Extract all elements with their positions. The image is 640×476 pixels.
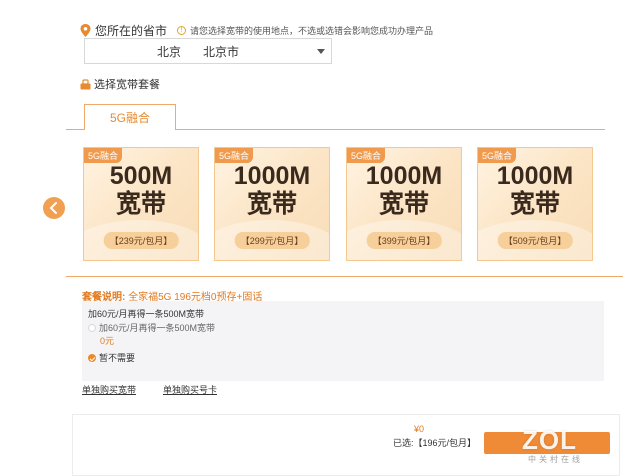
card-badge: 5G融合: [347, 148, 386, 163]
card-speed: 1000M: [496, 162, 574, 190]
radio-checked-icon[interactable]: [88, 353, 96, 362]
addon-title: 加60元/月再得一条500M宽带: [88, 309, 205, 319]
card-badge: 5G融合: [478, 148, 517, 163]
card-price: 【239元/包月】: [103, 232, 179, 249]
card-badge: 5G融合: [84, 148, 123, 163]
card-price: 【299元/包月】: [234, 232, 310, 249]
card-speed: 1000M: [365, 162, 443, 190]
card-speed: 1000M: [233, 162, 311, 190]
package-heading: 选择宽带套餐: [80, 76, 160, 92]
package-card[interactable]: 5G融合 1000M 宽带 【299元/包月】: [214, 147, 330, 261]
region-select[interactable]: 北京 北京市: [84, 38, 332, 64]
package-heading-text: 选择宽带套餐: [94, 79, 160, 91]
region-notice-text: 请您选择宽带的使用地点，不选或选错会影响您成功办理产品: [190, 26, 434, 36]
chevron-down-icon: [317, 49, 325, 54]
card-kind: 宽带: [378, 190, 429, 218]
card-price: 【509元/包月】: [497, 232, 573, 249]
addon-option-label: 加60元/月再得一条500M宽带: [99, 323, 216, 333]
card-price: 【399元/包月】: [366, 232, 442, 249]
card-kind: 宽带: [246, 190, 297, 218]
addon-box: 加60元/月再得一条500M宽带 加60元/月再得一条500M宽带 0元 暂不需…: [82, 301, 604, 381]
region-row: 您所在的省市 ! 请您选择宽带的使用地点，不选或选错会影响您成功办理产品: [80, 22, 433, 39]
card-kind: 宽带: [115, 190, 166, 218]
package-card[interactable]: 5G融合 1000M 宽带 【509元/包月】: [477, 147, 593, 261]
province-value: 北京: [157, 44, 182, 59]
watermark-subtitle: 中关村在线: [528, 455, 583, 464]
tab-5g-fusion[interactable]: 5G融合: [84, 104, 176, 130]
warning-icon: !: [177, 26, 187, 35]
addon-option-price: 0元: [100, 334, 114, 347]
card-kind: 宽带: [509, 190, 560, 218]
package-card[interactable]: 5G融合 1000M 宽带 【399元/包月】: [346, 147, 462, 261]
addon-option-none[interactable]: 暂不需要: [88, 351, 135, 364]
region-title: 您所在的省市: [95, 24, 168, 38]
buy-card-link[interactable]: 单独购买号卡: [163, 383, 217, 396]
addon-option-price-text: 0元: [100, 336, 115, 346]
section-divider: [66, 276, 623, 277]
selected-summary: 已选:【196元/包月】: [393, 438, 477, 448]
location-pin-icon: [80, 24, 91, 37]
card-speed: 500M: [109, 162, 173, 190]
chevron-left-icon: [50, 202, 57, 214]
addon-option-none-label: 暂不需要: [99, 353, 136, 363]
region-notice: ! 请您选择宽带的使用地点，不选或选错会影响您成功办理产品: [177, 24, 433, 37]
addon-option-extra-broadband[interactable]: 加60元/月再得一条500M宽带: [88, 321, 215, 334]
watermark-logo: ZOL: [522, 425, 577, 455]
total-price: ¥0: [414, 424, 425, 434]
radio-unchecked-icon[interactable]: [88, 323, 96, 332]
card-badge: 5G融合: [215, 148, 254, 163]
buy-broadband-link[interactable]: 单独购买宽带: [82, 383, 136, 396]
city-value: 北京市: [203, 44, 240, 59]
carousel-prev-button[interactable]: [43, 197, 65, 219]
package-icon: [80, 78, 91, 89]
package-card[interactable]: 5G融合 500M 宽带 【239元/包月】: [83, 147, 199, 261]
